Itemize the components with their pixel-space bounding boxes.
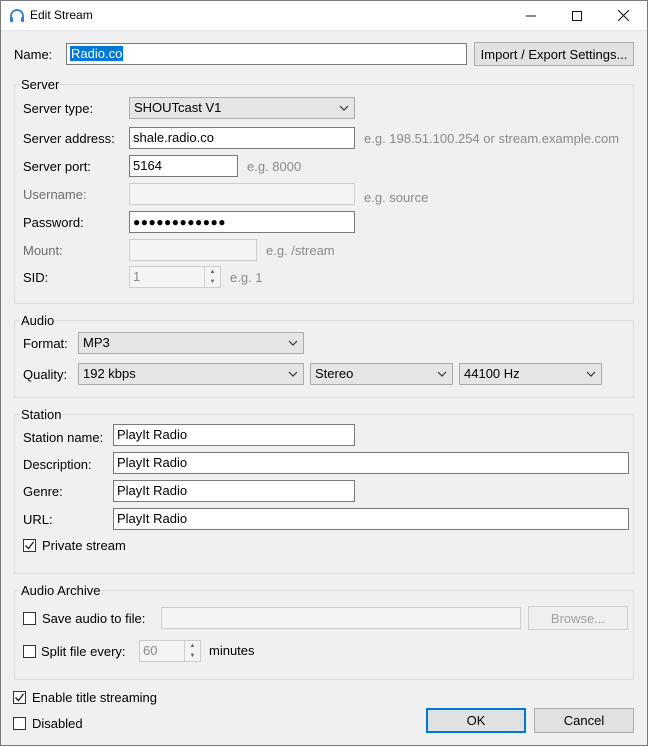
description-field[interactable]: PlayIt Radio	[113, 452, 629, 474]
window-title: Edit Stream	[30, 8, 93, 22]
channels-select[interactable]: Stereo	[310, 363, 453, 385]
server-port-hint: e.g. 8000	[247, 159, 302, 174]
server-address-hint: e.g. 198.51.100.254 or stream.example.co…	[364, 131, 620, 146]
chevron-down-icon	[288, 340, 298, 346]
name-value: Radio.co	[70, 46, 124, 61]
server-group-title: Server	[20, 77, 61, 93]
url-field[interactable]: PlayIt Radio	[113, 508, 629, 530]
server-type-label: Server type:	[23, 101, 94, 116]
quality-label: Quality:	[23, 367, 68, 382]
save-audio-label[interactable]: Save audio to file:	[42, 611, 145, 627]
chevron-down-icon	[437, 371, 447, 377]
password-label: Password:	[23, 215, 84, 230]
disabled-checkbox[interactable]	[13, 717, 26, 730]
browse-button[interactable]: Browse...	[528, 606, 628, 630]
bitrate-select[interactable]: 192 kbps	[78, 363, 304, 385]
url-label: URL:	[23, 512, 53, 527]
mount-hint: e.g. /stream	[266, 243, 335, 258]
audio-group-title: Audio	[20, 313, 56, 329]
sid-hint: e.g. 1	[230, 270, 263, 285]
mount-label: Mount:	[23, 243, 63, 258]
close-icon	[617, 10, 629, 21]
format-value: MP3	[83, 335, 110, 350]
username-label: Username:	[23, 187, 87, 202]
genre-field[interactable]: PlayIt Radio	[113, 480, 355, 502]
description-label: Description:	[23, 457, 92, 472]
format-label: Format:	[23, 336, 68, 351]
disabled-label[interactable]: Disabled	[32, 716, 83, 732]
minimize-button[interactable]	[508, 0, 554, 31]
sid-value: 1	[133, 269, 141, 284]
maximize-icon	[572, 10, 582, 21]
channels-value: Stereo	[315, 366, 354, 381]
station-name-label: Station name:	[23, 430, 104, 445]
server-port-field[interactable]: 5164	[129, 155, 238, 177]
spin-down-icon[interactable]: ▼	[205, 277, 220, 287]
username-field[interactable]	[129, 183, 355, 205]
private-stream-label[interactable]: Private stream	[42, 538, 126, 554]
minimize-icon	[526, 15, 536, 16]
sid-label: SID:	[23, 270, 49, 285]
title-bar: Edit Stream	[0, 0, 648, 31]
ok-button[interactable]: OK	[426, 708, 526, 733]
station-group-title: Station	[20, 407, 63, 423]
name-field[interactable]: Radio.co	[66, 43, 467, 65]
split-minutes-value: 60	[143, 643, 158, 658]
close-button[interactable]	[600, 0, 646, 31]
server-address-field[interactable]: shale.radio.co	[129, 127, 355, 149]
chevron-down-icon	[586, 371, 596, 377]
mount-field[interactable]	[129, 239, 257, 261]
name-label: Name:	[14, 47, 53, 62]
server-type-select[interactable]: SHOUTcast V1	[129, 97, 355, 119]
split-minutes-stepper[interactable]: 60 ▲ ▼	[139, 640, 201, 662]
username-hint: e.g. source	[364, 190, 429, 205]
save-audio-checkbox[interactable]	[23, 612, 36, 625]
headphones-icon	[10, 9, 24, 22]
genre-label: Genre:	[23, 484, 63, 499]
audio-archive-group-title: Audio Archive	[20, 583, 102, 599]
samplerate-select[interactable]: 44100 Hz	[459, 363, 602, 385]
bitrate-value: 192 kbps	[83, 366, 136, 381]
checkmark-icon	[25, 541, 35, 550]
server-type-value: SHOUTcast V1	[134, 100, 222, 115]
split-file-checkbox[interactable]	[23, 645, 36, 658]
split-file-label[interactable]: Split file every:	[41, 644, 126, 660]
sid-spin-buttons[interactable]: ▲ ▼	[204, 267, 220, 287]
sid-stepper[interactable]: 1 ▲ ▼	[129, 266, 221, 288]
minutes-label: minutes	[209, 643, 255, 658]
save-audio-path-field[interactable]	[161, 607, 521, 629]
password-field[interactable]: ●●●●●●●●●●●●	[129, 211, 355, 233]
checkmark-icon	[15, 693, 25, 702]
split-spin-buttons[interactable]: ▲ ▼	[184, 641, 200, 661]
spin-down-icon[interactable]: ▼	[185, 651, 200, 661]
import-export-settings-button[interactable]: Import / Export Settings...	[474, 42, 634, 66]
cancel-button[interactable]: Cancel	[534, 708, 634, 733]
server-address-label: Server address:	[23, 131, 115, 146]
station-name-field[interactable]: PlayIt Radio	[113, 424, 355, 446]
server-port-label: Server port:	[23, 159, 91, 174]
samplerate-value: 44100 Hz	[464, 366, 520, 381]
format-select[interactable]: MP3	[78, 332, 304, 354]
maximize-button[interactable]	[554, 0, 600, 31]
chevron-down-icon	[288, 371, 298, 377]
chevron-down-icon	[339, 105, 349, 111]
audio-archive-group	[14, 590, 634, 680]
enable-title-streaming-checkbox[interactable]	[13, 691, 26, 704]
enable-title-streaming-label[interactable]: Enable title streaming	[32, 690, 157, 706]
private-stream-checkbox[interactable]	[23, 539, 36, 552]
